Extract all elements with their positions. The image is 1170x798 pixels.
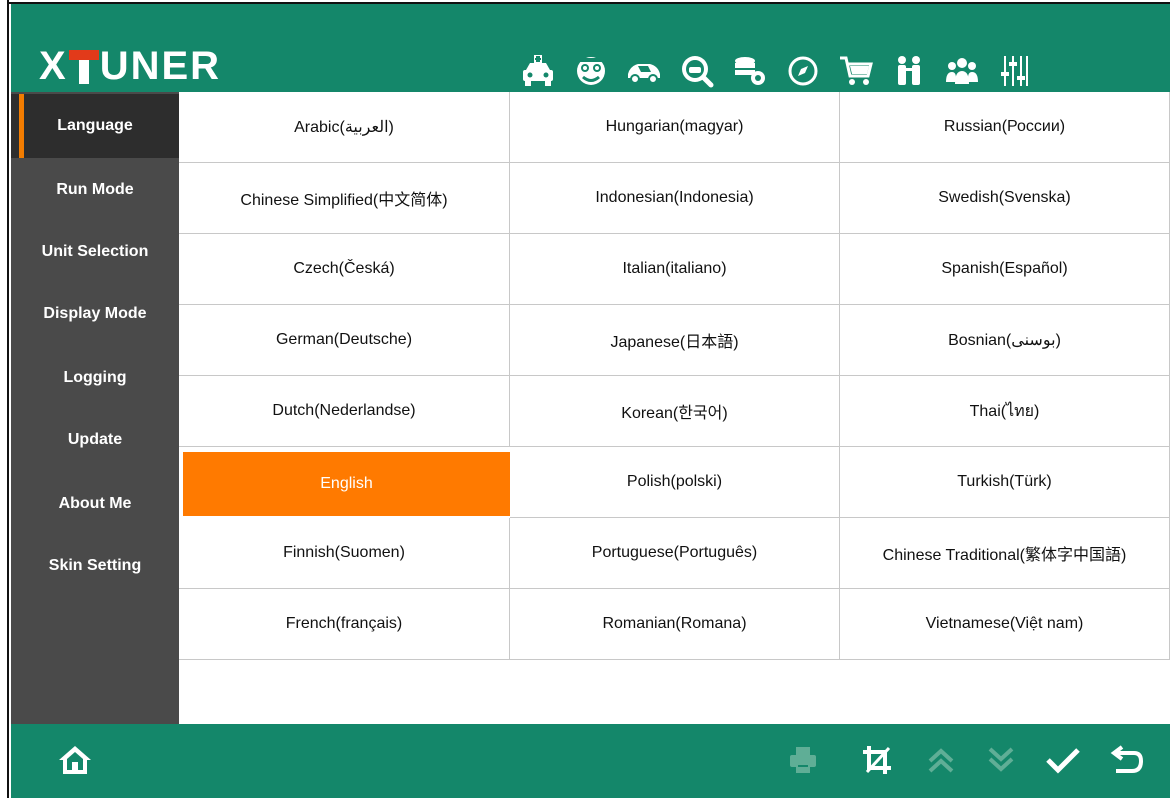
logo-t-glyph [68, 44, 99, 88]
language-option[interactable]: Arabic(العربية) [179, 92, 510, 163]
sidebar-item-label: Run Mode [56, 181, 134, 198]
mechanic-icon[interactable] [564, 49, 617, 93]
sidebar-item-label: Logging [63, 369, 127, 386]
home-icon[interactable] [53, 738, 97, 782]
language-option[interactable]: Portuguese(Português) [510, 518, 840, 589]
language-option[interactable]: Turkish(Türk) [840, 447, 1170, 518]
user-group-icon[interactable] [935, 49, 988, 93]
sidebar-item-label: Update [67, 431, 123, 448]
settings-sidebar: Language Run Mode Unit Selection Display… [11, 92, 179, 724]
language-option-label: Russian(России) [943, 118, 1066, 135]
sidebar-item-label: Skin Setting [48, 557, 142, 574]
language-option-label: Bosnian(بوسنى) [948, 332, 1061, 349]
language-option[interactable]: French(français) [179, 589, 510, 660]
sidebar-item-logging[interactable]: Logging [11, 346, 179, 410]
sidebar-item-label: Unit Selection [41, 243, 149, 260]
logo-text-right: UNER [99, 44, 222, 88]
header-toolbar [511, 49, 1041, 93]
language-option-label: Polish(polski) [626, 473, 723, 490]
sidebar-item-unit-selection[interactable]: Unit Selection [11, 220, 179, 284]
language-option-label: Arabic(العربية) [294, 119, 394, 136]
language-option[interactable]: Thai(ไทย) [840, 376, 1170, 447]
language-option-label: Dutch(Nederlandse) [272, 402, 416, 419]
xtuner-logo: X UNER [39, 44, 221, 88]
language-option-label: Korean(한국어) [621, 405, 728, 422]
data-settings-icon[interactable] [723, 49, 776, 93]
language-option-label: Chinese Traditional(繁体字中国語) [882, 547, 1127, 564]
sidebar-item-label: About Me [58, 495, 132, 512]
page-down-icon[interactable] [979, 738, 1023, 782]
sidebar-item-skin-setting[interactable]: Skin Setting [11, 534, 179, 598]
language-panel: Arabic(العربية) Hungarian(magyar) Russian(… [179, 92, 1170, 724]
sidebar-item-language[interactable]: Language [11, 94, 179, 158]
language-option[interactable]: Korean(한국어) [510, 376, 840, 447]
sidebar-item-display-mode[interactable]: Display Mode [11, 282, 179, 346]
language-option[interactable]: Chinese Simplified(中文简体) [179, 163, 510, 234]
language-option[interactable]: Spanish(Español) [840, 234, 1170, 305]
language-option[interactable]: Russian(России) [840, 92, 1170, 163]
page-up-icon[interactable] [919, 738, 963, 782]
crop-icon[interactable] [855, 738, 899, 782]
sidebar-item-run-mode[interactable]: Run Mode [11, 158, 179, 222]
sliders-icon[interactable] [988, 49, 1041, 93]
language-option[interactable]: English [183, 452, 510, 516]
language-option-label: Japanese(日本語) [610, 334, 739, 351]
users-icon[interactable] [882, 49, 935, 93]
language-option-label: German(Deutsche) [275, 331, 413, 348]
window-border-left [0, 0, 9, 798]
language-option[interactable]: Hungarian(magyar) [510, 92, 840, 163]
confirm-check-icon[interactable] [1041, 738, 1085, 782]
language-option-label: Finnish(Suomen) [283, 544, 405, 561]
language-option-label: Portuguese(Português) [591, 544, 758, 561]
language-option-label: Romanian(Romana) [602, 615, 747, 632]
language-option-label: Turkish(Türk) [957, 473, 1052, 490]
language-option[interactable]: Polish(polski) [510, 447, 840, 518]
print-icon[interactable] [781, 738, 825, 782]
language-option-label: French(français) [285, 615, 403, 632]
language-option[interactable]: Romanian(Romana) [510, 589, 840, 660]
language-option[interactable]: Czech(Česká) [179, 234, 510, 305]
language-option[interactable]: Dutch(Nederlandse) [179, 376, 510, 447]
language-option-label: Italian(italiano) [622, 260, 727, 277]
language-option-label: Thai(ไทย) [969, 402, 1040, 420]
app-window: X UNER Language Run Mode Unit Selection … [0, 0, 1170, 798]
language-option[interactable]: Italian(italiano) [510, 234, 840, 305]
language-option[interactable]: Finnish(Suomen) [179, 518, 510, 589]
shopping-cart-icon[interactable] [829, 49, 882, 93]
sidebar-item-label: Display Mode [43, 305, 147, 322]
language-option-label: English [320, 475, 373, 492]
car-icon[interactable] [617, 49, 670, 93]
sidebar-item-about-me[interactable]: About Me [11, 472, 179, 536]
language-option[interactable]: Indonesian(Indonesia) [510, 163, 840, 234]
language-option[interactable]: Japanese(日本語) [510, 305, 840, 376]
back-icon[interactable] [1105, 738, 1149, 782]
language-option[interactable]: Bosnian(بوسنى) [840, 305, 1170, 376]
language-option[interactable]: Swedish(Svenska) [840, 163, 1170, 234]
car-diagnosis-icon[interactable] [511, 49, 564, 93]
language-option-label: Spanish(Español) [941, 260, 1068, 277]
language-option-label: Indonesian(Indonesia) [595, 189, 754, 206]
language-option-label: Czech(Česká) [293, 260, 395, 277]
compass-icon[interactable] [776, 49, 829, 93]
car-search-icon[interactable] [670, 49, 723, 93]
language-option-label: Swedish(Svenska) [938, 189, 1071, 206]
language-option-label: Vietnamese(Việt nam) [925, 615, 1084, 632]
logo-text-left: X [39, 44, 68, 88]
language-option-label: Chinese Simplified(中文简体) [240, 192, 448, 209]
language-option[interactable]: Vietnamese(Việt nam) [840, 589, 1170, 660]
language-option-label: Hungarian(magyar) [605, 118, 744, 135]
sidebar-item-label: Language [57, 117, 133, 134]
footer-bar [11, 724, 1170, 798]
header-bar: X UNER [11, 4, 1170, 92]
sidebar-item-update[interactable]: Update [11, 408, 179, 472]
language-option[interactable]: Chinese Traditional(繁体字中国語) [840, 518, 1170, 589]
language-option[interactable]: German(Deutsche) [179, 305, 510, 376]
